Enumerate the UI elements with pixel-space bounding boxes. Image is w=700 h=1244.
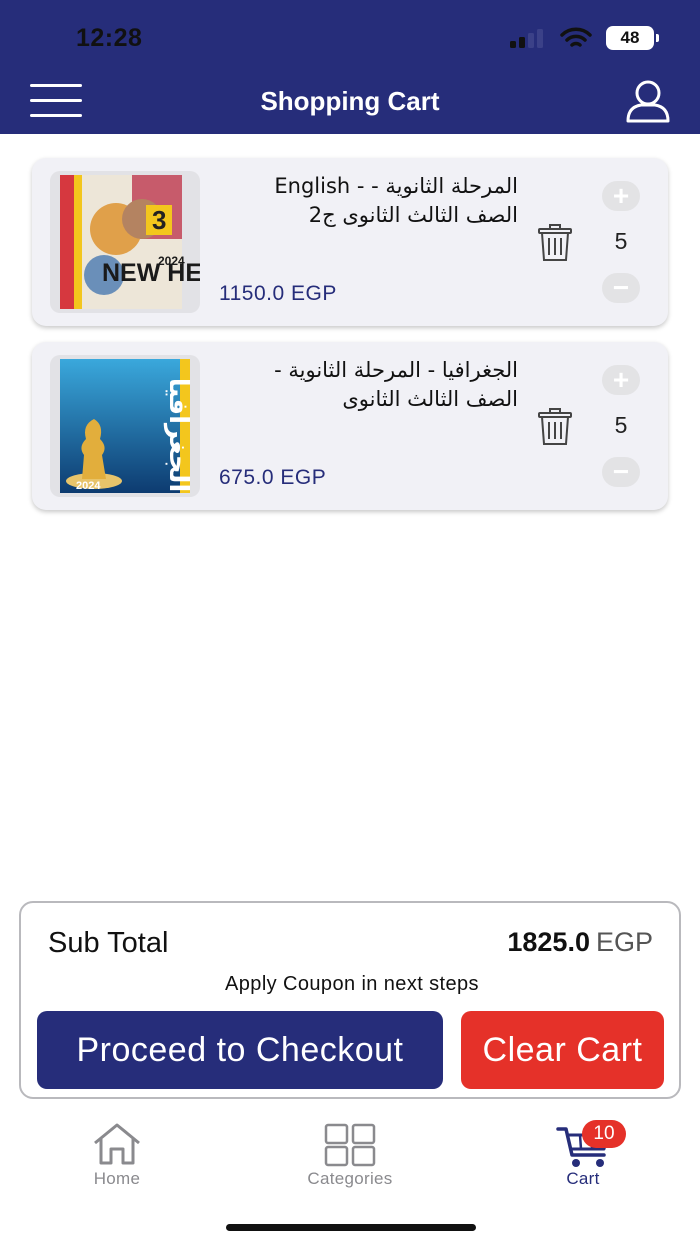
quantity-value: 5 (614, 228, 628, 254)
cart-item: 3 NEW HELLO! 2024 المرحلة الثانوية - - E… (32, 158, 668, 326)
sub-total-currency: EGP (595, 927, 653, 957)
increase-quantity-button[interactable]: + (602, 181, 640, 211)
svg-text:3: 3 (152, 205, 166, 235)
trash-icon[interactable] (537, 408, 573, 446)
product-price: 1150.0 EGP (219, 282, 337, 305)
quantity-value: 5 (614, 412, 628, 438)
page-title: Shopping Cart (260, 86, 440, 116)
svg-text:2024: 2024 (76, 480, 101, 492)
increase-quantity-button[interactable]: + (602, 365, 640, 395)
nav-cart-label: Cart (566, 1169, 600, 1188)
product-name-line1: الجغرافيا - المرحلة الثانوية - (274, 358, 518, 382)
cart-item: الجغرافيا 2024 الجغرافيا - المرحلة الثان… (32, 342, 668, 510)
product-price: 675.0 EGP (219, 466, 327, 489)
battery-level: 48 (620, 28, 640, 47)
cellular-signal-icon (510, 29, 543, 48)
cart-count-badge: 10 (582, 1120, 626, 1148)
product-name-line2: الصف الثالث الثانوى ج2 (308, 203, 518, 227)
product-name-line2: الصف الثالث الثانوى (342, 387, 518, 411)
sub-total-amount: 1825.0 (507, 927, 590, 957)
status-icons: 48 (510, 24, 659, 52)
nav-categories[interactable]: Categories (275, 1121, 425, 1191)
decrease-quantity-button[interactable]: − (602, 457, 640, 487)
home-icon (94, 1123, 140, 1165)
product-name: الجغرافيا - المرحلة الثانوية - الصف الثا… (218, 356, 518, 414)
cover-title: الجغرافيا (163, 378, 193, 493)
product-thumbnail[interactable]: 3 NEW HELLO! 2024 (50, 171, 200, 313)
home-indicator[interactable] (226, 1224, 476, 1231)
product-thumbnail[interactable]: الجغرافيا 2024 (50, 355, 200, 497)
product-name: المرحلة الثانوية - - English الصف الثالث… (218, 172, 518, 230)
decrease-quantity-button[interactable]: − (602, 273, 640, 303)
svg-text:2024: 2024 (158, 254, 185, 268)
battery-icon: 48 (606, 26, 659, 50)
proceed-to-checkout-button[interactable]: Proceed to Checkout (37, 1011, 443, 1089)
sub-total-value: 1825.0 EGP (507, 927, 653, 958)
app-header: 12:28 48 Shopping Cart (0, 0, 700, 134)
user-profile-icon[interactable] (624, 78, 672, 124)
nav-categories-label: Categories (307, 1169, 393, 1188)
product-name-line1: المرحلة الثانوية - - English (274, 174, 518, 198)
status-time: 12:28 (76, 24, 143, 52)
trash-icon[interactable] (537, 224, 573, 262)
cover-title: NEW HELLO! (102, 259, 200, 287)
wifi-icon (560, 27, 592, 47)
nav-home-label: Home (93, 1169, 141, 1188)
sub-total-label: Sub Total (48, 927, 169, 959)
coupon-note: Apply Coupon in next steps (225, 973, 479, 995)
clear-cart-button[interactable]: Clear Cart (461, 1011, 664, 1089)
grid-icon (324, 1123, 376, 1167)
nav-home[interactable]: Home (42, 1121, 192, 1191)
cart-summary: Sub Total 1825.0 EGP Apply Coupon in next… (19, 901, 681, 1099)
